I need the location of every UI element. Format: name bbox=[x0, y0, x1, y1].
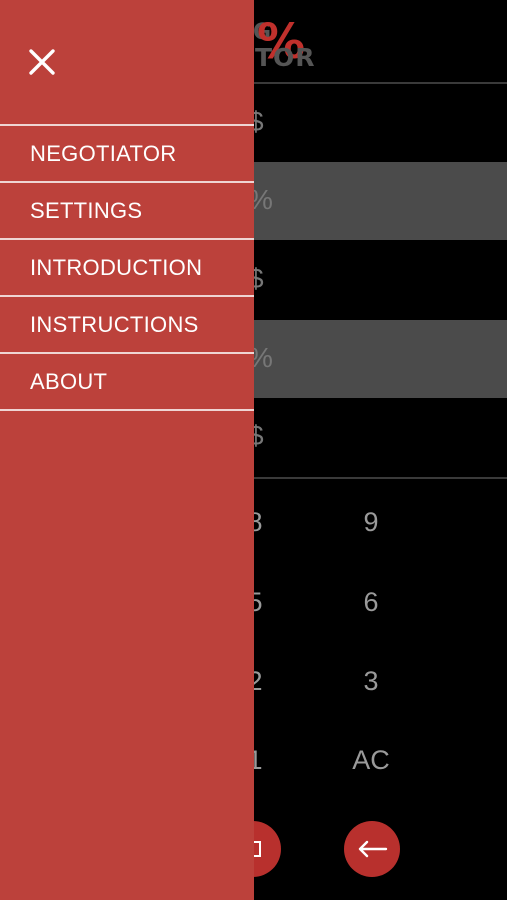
menu-item-label: INTRODUCTION bbox=[30, 254, 203, 280]
menu-item-label: SETTINGS bbox=[30, 197, 143, 223]
key-ac[interactable]: AC bbox=[331, 745, 411, 776]
menu-item-instructions[interactable]: INSTRUCTIONS bbox=[0, 295, 254, 352]
menu-item-label: INSTRUCTIONS bbox=[30, 311, 199, 337]
side-drawer: NEGOTIATOR SETTINGS INTRODUCTION INSTRUC… bbox=[0, 0, 254, 900]
close-icon bbox=[29, 49, 55, 75]
drawer-menu: NEGOTIATOR SETTINGS INTRODUCTION INSTRUC… bbox=[0, 124, 254, 411]
logo-bottom-text: TOR bbox=[255, 43, 316, 72]
menu-item-negotiator[interactable]: NEGOTIATOR bbox=[0, 124, 254, 181]
key-9[interactable]: 9 bbox=[331, 507, 411, 538]
menu-item-introduction[interactable]: INTRODUCTION bbox=[0, 238, 254, 295]
backspace-button[interactable] bbox=[344, 821, 400, 877]
menu-item-label: ABOUT bbox=[30, 368, 108, 394]
close-button[interactable] bbox=[26, 46, 58, 78]
menu-item-settings[interactable]: SETTINGS bbox=[0, 181, 254, 238]
menu-item-about[interactable]: ABOUT bbox=[0, 352, 254, 411]
key-3[interactable]: 3 bbox=[331, 666, 411, 697]
menu-item-label: NEGOTIATOR bbox=[30, 140, 177, 166]
arrow-left-icon bbox=[358, 840, 388, 858]
key-6[interactable]: 6 bbox=[331, 587, 411, 618]
